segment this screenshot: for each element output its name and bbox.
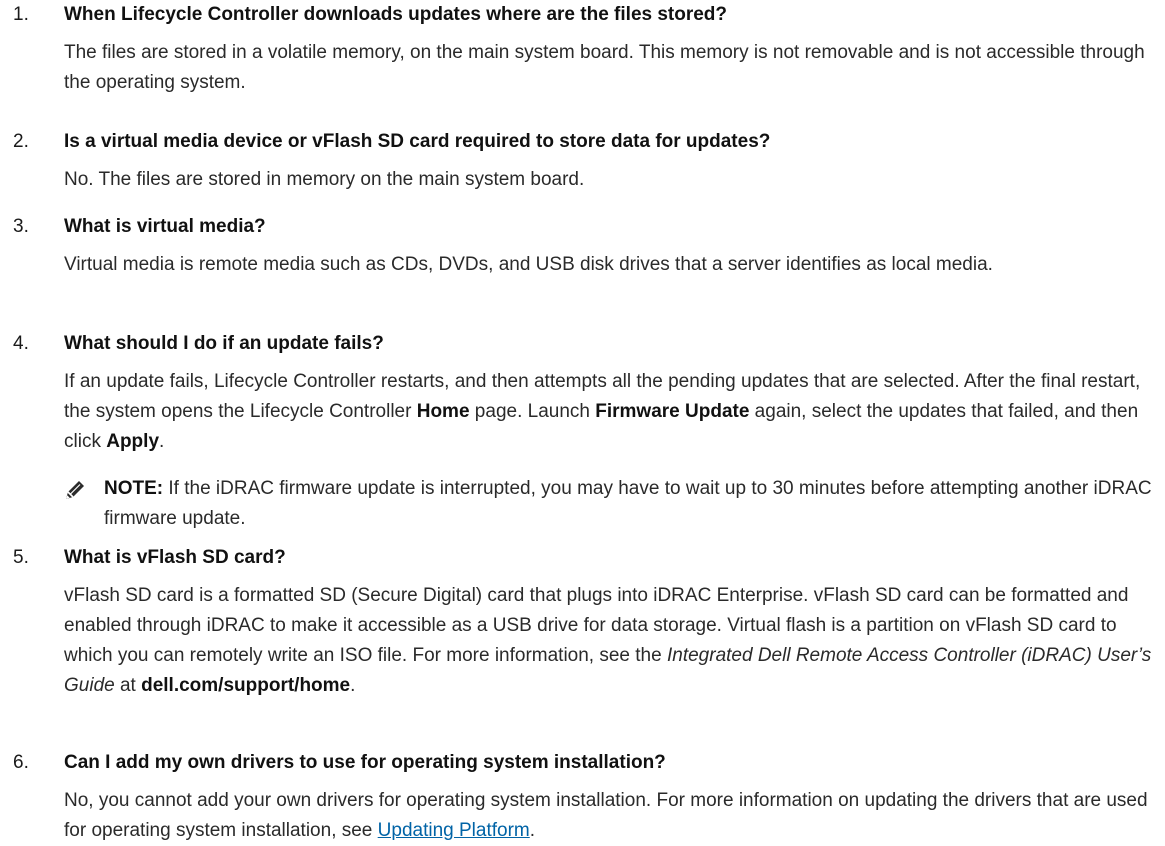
faq-answer-text: vFlash SD card is a formatted SD (Secure… xyxy=(64,581,1154,701)
faq-number: 5. xyxy=(13,547,29,568)
apply-term: Apply xyxy=(106,431,160,452)
faq-answer: No. The files are stored in memory on th… xyxy=(64,165,1154,195)
faq-question: When Lifecycle Controller downloads upda… xyxy=(64,4,728,25)
faq-number: 1. xyxy=(13,4,29,25)
faq-answer: The files are stored in a volatile memor… xyxy=(64,38,1154,98)
answer-text-segment: . xyxy=(350,675,356,696)
faq-answer-text: Virtual media is remote media such as CD… xyxy=(64,254,993,275)
faq-answer-text: The files are stored in a volatile memor… xyxy=(64,42,1145,93)
faq-number: 3. xyxy=(13,216,29,237)
faq-answer: If an update fails, Lifecycle Controller… xyxy=(64,367,1154,457)
answer-text-segment: . xyxy=(159,431,165,452)
answer-text-segment: page. Launch xyxy=(469,401,596,422)
answer-text-segment: No, you cannot add your own drivers for … xyxy=(64,790,1148,841)
faq-question: What is virtual media? xyxy=(64,216,266,237)
faq-number: 2. xyxy=(13,131,29,152)
faq-number: 4. xyxy=(13,333,29,354)
faq-answer: No, you cannot add your own drivers for … xyxy=(64,786,1154,846)
pencil-note-icon xyxy=(64,479,86,501)
faq-answer: Virtual media is remote media such as CD… xyxy=(64,250,1154,280)
updating-platform-link[interactable]: Updating Platform xyxy=(378,820,530,841)
faq-answer: vFlash SD card is a formatted SD (Secure… xyxy=(64,581,1154,701)
answer-text-segment: . xyxy=(529,820,536,841)
home-page-term: Home xyxy=(416,401,470,422)
note-body: If the iDRAC firmware update is interrup… xyxy=(104,478,1152,529)
note-label: NOTE: xyxy=(104,478,164,499)
answer-text-segment: at xyxy=(114,675,142,696)
firmware-update-term: Firmware Update xyxy=(595,401,750,422)
faq-answer-text: No. The files are stored in memory on th… xyxy=(64,169,585,190)
support-url: dell.com/support/home xyxy=(141,675,351,696)
note-text: NOTE: If the iDRAC firmware update is in… xyxy=(104,474,1154,534)
faq-number: 6. xyxy=(13,752,29,773)
faq-question: Can I add my own drivers to use for oper… xyxy=(64,752,666,773)
faq-question: Is a virtual media device or vFlash SD c… xyxy=(64,131,771,152)
faq-answer-text: If an update fails, Lifecycle Controller… xyxy=(64,367,1154,457)
faq-question: What is vFlash SD card? xyxy=(64,547,286,568)
faq-answer-text: No, you cannot add your own drivers for … xyxy=(64,786,1154,846)
faq-question: What should I do if an update fails? xyxy=(64,333,384,354)
